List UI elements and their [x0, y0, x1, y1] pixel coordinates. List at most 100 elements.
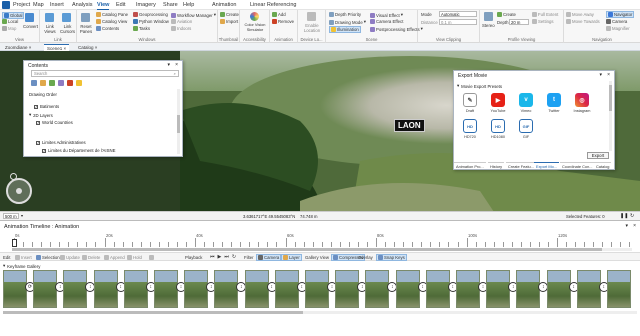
keyframe-thumbnail[interactable]	[63, 270, 88, 308]
keyframe-gallery-header[interactable]: ▾ Keyframe Gallery	[0, 262, 640, 269]
tab-create-features[interactable]: Create Featu...	[506, 162, 536, 169]
profile-settings-button[interactable]: Settings	[532, 19, 554, 24]
keyframe-thumbnail[interactable]	[214, 270, 239, 308]
menu-tab-view[interactable]: View	[97, 2, 110, 10]
keyframe-thumbnail[interactable]	[486, 270, 511, 308]
preset-hd1080[interactable]: HD HD1080	[486, 119, 510, 139]
update-button[interactable]: Update	[60, 255, 80, 260]
menu-tab-analysis[interactable]: Analysis	[72, 2, 92, 8]
list-by-snapping-icon[interactable]	[67, 80, 73, 86]
visual-effect-button[interactable]: Visual Effect ▾	[370, 12, 403, 18]
menu-tab-animation[interactable]: Animation	[212, 2, 236, 8]
group-2d-layers[interactable]: ▾ 2D Layers	[29, 112, 53, 118]
movie-presets-header[interactable]: ▾ Movie Export Presets	[457, 83, 502, 89]
collapse-icon[interactable]: ▾	[457, 83, 459, 89]
postprocessing-button[interactable]: Postprocessing Effects ▾	[370, 26, 423, 32]
tab-history[interactable]: History	[488, 162, 505, 169]
animation-add-button[interactable]: Add	[272, 12, 286, 17]
expand-icon[interactable]: ▾	[29, 112, 31, 118]
convert-icon[interactable]	[25, 13, 34, 22]
color-wheel-icon[interactable]	[250, 12, 259, 21]
skip-back-icon[interactable]: ⏮	[210, 254, 215, 260]
menu-tab-help[interactable]: Help	[183, 2, 194, 8]
clipping-mode-select[interactable]: Automatic	[439, 11, 477, 17]
keyframe-thumbnail[interactable]	[456, 270, 480, 308]
layer-visibility-checkbox[interactable]: ✓	[34, 104, 38, 109]
menu-tab-map[interactable]: Map	[33, 2, 44, 8]
thumbnail-import-button[interactable]: Import	[220, 19, 238, 24]
list-by-selection-icon[interactable]	[49, 80, 55, 86]
delete-button[interactable]: Delete	[82, 255, 100, 260]
timeline-extra-button[interactable]	[149, 255, 154, 260]
reset-panes-icon[interactable]	[81, 13, 90, 22]
filter-camera-toggle[interactable]: Camera	[256, 254, 282, 261]
aviation-button[interactable]: Aviation	[171, 19, 192, 24]
stereo-icon[interactable]	[484, 12, 493, 21]
timeline-playhead[interactable]	[12, 239, 17, 247]
indoors-button[interactable]: Indoors	[171, 26, 191, 31]
keyframe-thumbnail[interactable]	[576, 270, 601, 308]
layer-visibility-checkbox[interactable]: ✓	[42, 148, 46, 153]
menu-tab-insert[interactable]: Insert	[50, 2, 64, 8]
thumbnail-create-button[interactable]: Create	[220, 12, 239, 17]
contents-button[interactable]: Contents	[96, 26, 119, 31]
close-icon[interactable]: ×	[633, 223, 636, 229]
menu-tab-project[interactable]: Project	[13, 2, 30, 8]
python-window-button[interactable]: Python Window	[133, 19, 169, 24]
depth-priority-button[interactable]: Depth Priority	[329, 12, 361, 17]
global-button[interactable]: Global	[2, 12, 25, 19]
insert-button[interactable]: Insert	[15, 255, 32, 260]
keyframe-thumbnail[interactable]	[184, 270, 209, 308]
contents-search-input[interactable]: Search ⌕	[31, 70, 179, 77]
layer-visibility-checkbox[interactable]: ✓	[36, 140, 40, 145]
map-button[interactable]: Map	[2, 26, 16, 31]
preset-vimeo[interactable]: v Vimeo	[514, 93, 538, 113]
keyframe-thumbnail[interactable]	[33, 270, 58, 308]
keyframe-thumbnail[interactable]	[3, 270, 27, 308]
skip-forward-icon[interactable]: ⏭	[224, 254, 229, 260]
keyframe-thumbnail[interactable]	[425, 270, 450, 308]
menu-tab-linear-referencing[interactable]: Linear Referencing	[250, 2, 296, 8]
tab-catalog[interactable]: Catalog ×	[75, 44, 100, 51]
catalog-pane-button[interactable]: Catalog Pane	[96, 12, 128, 17]
location-icon[interactable]	[307, 12, 316, 21]
menu-tab-edit[interactable]: Edit	[116, 2, 125, 8]
gallery-scrollbar[interactable]	[3, 311, 637, 314]
navigator-small-control[interactable]	[10, 173, 17, 180]
append-button[interactable]: Append	[104, 255, 125, 260]
preset-draft[interactable]: ✎ Draft	[458, 93, 482, 113]
layer-visibility-checkbox[interactable]: ✓	[36, 120, 40, 125]
animation-remove-button[interactable]: Remove	[272, 19, 294, 24]
geoprocessing-button[interactable]: Geoprocessing	[133, 12, 168, 17]
close-icon[interactable]: ×	[607, 72, 610, 78]
preset-instagram[interactable]: ◎ Instagram	[570, 93, 594, 113]
move-away-button[interactable]: Move Away	[566, 12, 594, 17]
pane-options-icon[interactable]: ▾	[167, 62, 170, 68]
close-icon[interactable]: ×	[175, 62, 178, 68]
hold-button[interactable]: Hold	[127, 255, 142, 260]
illumination-button[interactable]: Illumination	[329, 26, 361, 33]
scale-chevron-icon[interactable]: ▾	[21, 213, 23, 218]
pause-drawing-icon[interactable]: ❚❚	[620, 213, 628, 219]
tab-animation-properties[interactable]: Animation Pro...	[454, 162, 486, 169]
export-button[interactable]: Export	[587, 152, 609, 159]
tab-scene1[interactable]: Scene1 ×	[44, 44, 70, 51]
navigator-button[interactable]: Navigator	[606, 11, 635, 18]
time-ruler[interactable]: 0s 20s 40s 60s 80s 100s 120s	[0, 233, 640, 247]
preset-gif[interactable]: GIF GIF	[514, 119, 538, 139]
preset-hd720[interactable]: HD HD720	[458, 119, 482, 139]
tasks-button[interactable]: Tasks	[133, 26, 150, 31]
tab-zoomdiane[interactable]: Zoomdiane ×	[2, 44, 34, 51]
keyframe-thumbnail[interactable]	[274, 270, 299, 308]
keyframe-thumbnail[interactable]	[154, 270, 178, 308]
profile-depth-field[interactable]: 20 m	[509, 19, 529, 25]
keyframe-thumbnail[interactable]	[305, 270, 329, 308]
local-button[interactable]: Local	[2, 19, 18, 24]
selection-button[interactable]: Selection	[36, 255, 60, 260]
list-by-labeling-icon[interactable]	[76, 80, 82, 86]
navigator-control[interactable]	[6, 178, 32, 204]
workflow-manager-button[interactable]: Workflow Manager ▾	[171, 12, 216, 18]
keyframe-thumbnail[interactable]	[335, 270, 360, 308]
scale-select[interactable]: 500 m	[3, 213, 19, 219]
pane-options-icon[interactable]: ▾	[625, 223, 628, 229]
